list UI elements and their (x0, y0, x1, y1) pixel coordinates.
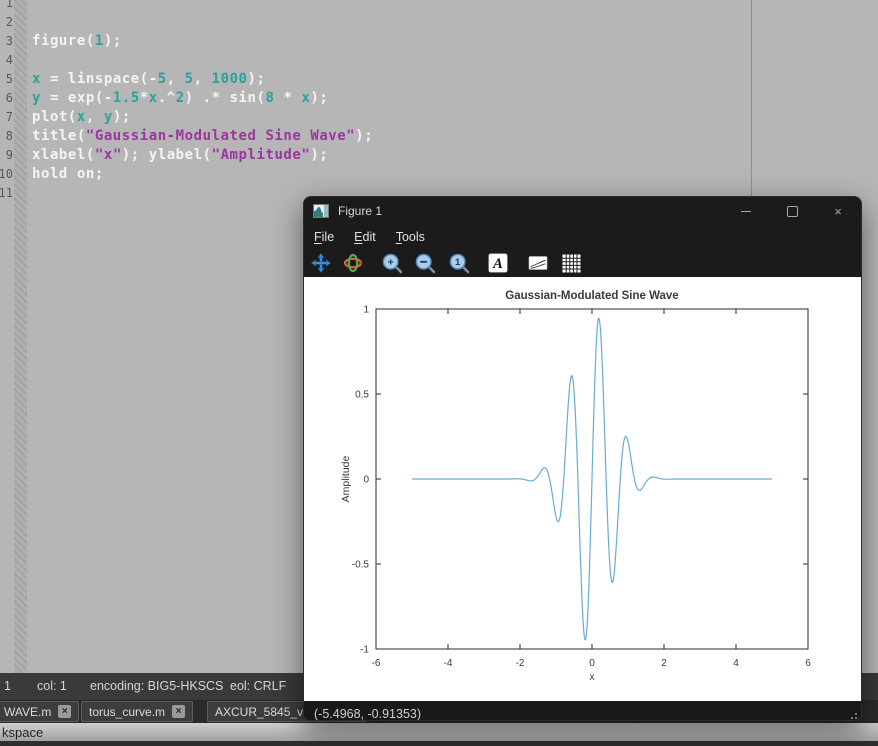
close-icon: × (834, 203, 842, 219)
code-line: y = exp(-1.5*x.^2) .* sin(8 * x); (32, 90, 329, 106)
svg-text:A: A (492, 256, 503, 272)
figure-titlebar[interactable]: Figure 1 × (304, 197, 861, 225)
plot-title: Gaussian-Modulated Sine Wave (505, 290, 678, 302)
x-tick-label: 2 (661, 658, 667, 669)
insert-text-button[interactable]: A (487, 252, 509, 274)
figure-window: Figure 1 × File Edit Tools + 1 A -6 -4 -… (303, 196, 862, 721)
figure-menubar: File Edit Tools (304, 225, 861, 249)
code-line: title("Gaussian-Modulated Sine Wave"); (32, 128, 374, 144)
line-number: 8 (5, 129, 13, 143)
close-button[interactable]: × (815, 197, 861, 225)
y-axis-label: Amplitude (340, 456, 352, 503)
x-tick-label: -6 (372, 658, 381, 669)
insert-axes-icon (528, 256, 548, 270)
zoom-original-button[interactable]: 1 (448, 252, 470, 274)
y-tick-label: 0 (363, 475, 369, 486)
menu-edit[interactable]: Edit (354, 230, 376, 244)
workspace-panel-label: kspace (2, 725, 44, 740)
svg-text:1: 1 (455, 257, 461, 268)
x-tick-label: 0 (589, 658, 595, 669)
figure-window-title: Figure 1 (338, 204, 383, 218)
code-line: x = linspace(-5, 5, 1000); (32, 71, 266, 87)
y-tick-label: 1 (363, 305, 369, 316)
y-tick-label: 0.5 (355, 390, 369, 401)
x-axis-label: x (589, 671, 595, 683)
code-line: xlabel("x"); ylabel("Amplitude"); (32, 147, 329, 163)
tab-WAVE.m[interactable]: WAVE.m × (0, 701, 80, 722)
code-line: figure(1); (32, 33, 122, 49)
rotate-3d-button[interactable] (342, 252, 364, 274)
insert-text-icon: A (488, 253, 508, 273)
tab-close-icon[interactable]: × (172, 705, 186, 718)
menu-file[interactable]: File (314, 230, 334, 244)
line-number-gutter: 1 2 3 4 5 6 7 8 9 10 11 (0, 0, 14, 673)
rotate-3d-icon (343, 253, 363, 273)
minimize-icon (741, 210, 751, 212)
insert-axes-button[interactable] (527, 252, 549, 274)
tab-label: torus_curve.m (89, 704, 166, 719)
pan-button[interactable] (310, 252, 332, 274)
figure-toolbar: + 1 A (304, 249, 861, 277)
zoom-in-icon: + (382, 253, 402, 273)
line-number: 3 (5, 34, 13, 48)
status-item: 1 (4, 679, 11, 693)
minimize-button[interactable] (723, 197, 769, 225)
zoom-out-icon (415, 253, 435, 273)
pan-icon (311, 253, 331, 273)
status-item: encoding: BIG5-HKSCS (90, 679, 224, 693)
tab-close-icon[interactable]: × (58, 705, 72, 718)
line-number: 10 (0, 167, 13, 181)
zoom-original-icon: 1 (449, 253, 469, 273)
svg-text:+: + (387, 256, 393, 268)
tab-label: AXCUR_5845_v0 (215, 704, 310, 719)
x-tick-label: -2 (516, 658, 525, 669)
tab-torus_curve.m[interactable]: torus_curve.m × (81, 701, 194, 722)
plot[interactable]: -6 -4 -2 0 2 4 6 1 0.5 0 -0.5 -1 Gaussian-Modulated … (304, 277, 862, 696)
status-item: eol: CRLF (230, 679, 287, 693)
code-line: hold on; (32, 166, 104, 182)
fold-indicator-strip (14, 0, 27, 673)
line-number: 11 (0, 186, 13, 200)
menu-tools[interactable]: Tools (396, 230, 425, 244)
line-number: 6 (5, 91, 13, 105)
resize-grip[interactable] (845, 711, 859, 721)
tab-label: WAVE.m (4, 704, 52, 719)
y-tick-label: -1 (360, 645, 369, 656)
zoom-out-button[interactable] (414, 252, 436, 274)
line-number: 4 (5, 53, 13, 67)
code-line: plot(x, y); (32, 109, 131, 125)
maximize-icon (786, 205, 798, 217)
toggle-grid-icon (562, 254, 580, 272)
line-number: 5 (5, 72, 13, 86)
figure-canvas[interactable]: -6 -4 -2 0 2 4 6 1 0.5 0 -0.5 -1 Gaussian-Modulated … (304, 277, 861, 701)
zoom-in-button[interactable]: + (381, 252, 403, 274)
cursor-coordinates: (-5.4968, -0.91353) (314, 707, 422, 721)
x-tick-label: -4 (444, 658, 453, 669)
line-number: 2 (5, 15, 13, 29)
figure-statusbar: (-5.4968, -0.91353) (304, 701, 861, 721)
line-number: 1 (5, 0, 13, 10)
figure-app-icon (313, 204, 329, 218)
x-tick-label: 6 (805, 658, 811, 669)
maximize-button[interactable] (769, 197, 815, 225)
workspace-panel-header: kspace (0, 723, 878, 741)
status-item: col: 1 (37, 679, 67, 693)
toggle-grid-button[interactable] (560, 252, 582, 274)
x-tick-label: 4 (733, 658, 739, 669)
line-number: 7 (5, 110, 13, 124)
line-number: 9 (5, 148, 13, 162)
screen: 1 2 3 4 5 6 7 8 9 10 11 figure(1); x = linspace(-5,… (0, 0, 878, 746)
y-tick-label: -0.5 (352, 560, 370, 571)
bottom-divider-band (0, 741, 878, 746)
